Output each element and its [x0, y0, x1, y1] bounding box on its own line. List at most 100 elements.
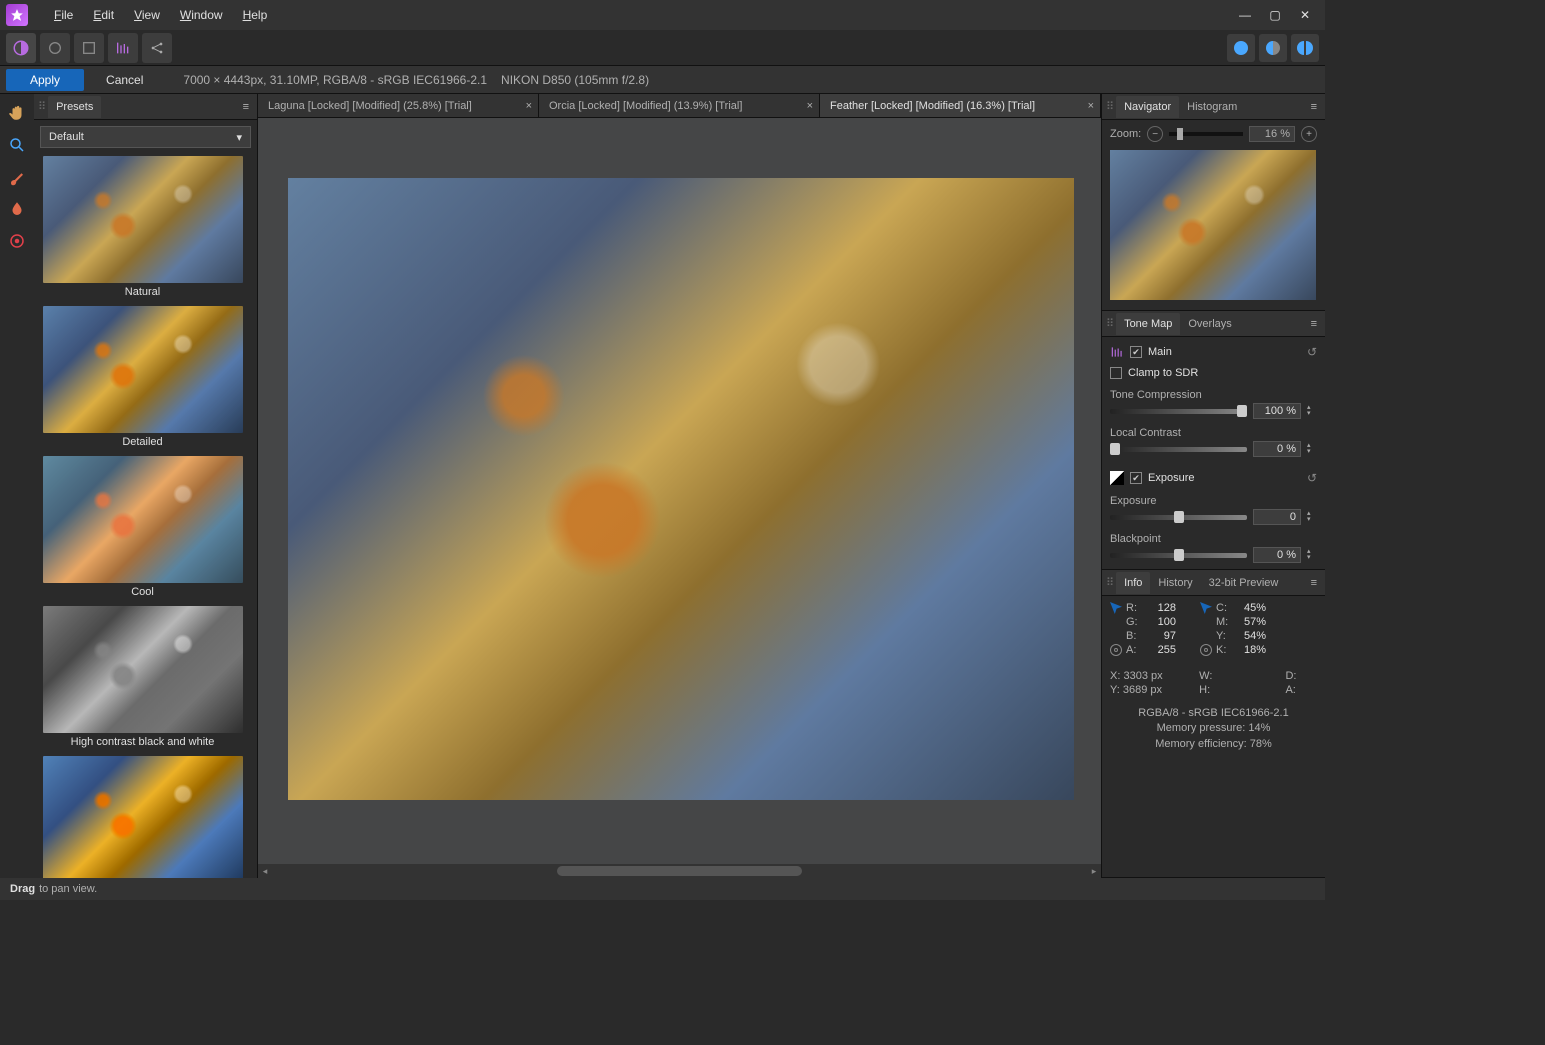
close-icon[interactable]: × [526, 100, 532, 112]
menu-window[interactable]: Window [170, 3, 233, 27]
cancel-button[interactable]: Cancel [94, 69, 155, 91]
main-checkbox[interactable] [1130, 346, 1142, 358]
blackpoint-slider[interactable] [1110, 553, 1247, 558]
panel-grip[interactable]: ⠿ [1106, 100, 1112, 113]
canvas-image [288, 178, 1074, 800]
blackpoint-value[interactable]: 0 % [1253, 547, 1301, 563]
zoom-in-button[interactable]: + [1301, 126, 1317, 142]
hand-tool[interactable] [4, 100, 30, 126]
info-h-label: H: [1199, 684, 1233, 696]
preset-item[interactable]: Cool [38, 456, 247, 604]
menu-edit[interactable]: Edit [83, 3, 124, 27]
spinner-icon[interactable]: ▴▾ [1307, 443, 1317, 455]
clamp-label: Clamp to SDR [1128, 367, 1198, 379]
persona-toolbar [0, 30, 1325, 66]
preset-item[interactable]: Detailed [38, 306, 247, 454]
persona-develop[interactable] [74, 33, 104, 63]
panel-menu-icon[interactable]: ≡ [1307, 101, 1321, 113]
scrollbar-thumb[interactable] [557, 866, 802, 876]
persona-tonemap[interactable] [108, 33, 138, 63]
zoom-slider[interactable] [1169, 132, 1243, 136]
info-x: 3303 px [1123, 670, 1162, 682]
overlay-gradient-tool[interactable] [4, 228, 30, 254]
info-y: 54% [1230, 630, 1266, 642]
document-tab[interactable]: Feather [Locked] [Modified] (16.3%) [Tri… [820, 94, 1101, 117]
navigator-thumbnail[interactable] [1110, 150, 1316, 300]
panel-menu-icon[interactable]: ≡ [1307, 318, 1321, 330]
menu-help[interactable]: Help [233, 3, 278, 27]
minimize-button[interactable]: ― [1237, 8, 1253, 22]
clamp-checkbox[interactable] [1110, 367, 1122, 379]
share-button[interactable] [142, 33, 172, 63]
panel-grip[interactable]: ⠿ [38, 100, 44, 113]
tab-info[interactable]: Info [1116, 572, 1150, 594]
zoom-tool[interactable] [4, 132, 30, 158]
persona-photo[interactable] [6, 33, 36, 63]
horizontal-scrollbar[interactable]: ◂ ▸ [258, 864, 1101, 878]
close-button[interactable]: ✕ [1297, 8, 1313, 22]
app-logo [6, 4, 28, 26]
tab-histogram[interactable]: Histogram [1179, 96, 1245, 118]
preset-item[interactable]: High contrast black and white [38, 606, 247, 754]
panel-menu-icon[interactable]: ≡ [239, 101, 253, 113]
info-w-label: W: [1199, 670, 1233, 682]
tab-navigator[interactable]: Navigator [1116, 96, 1179, 118]
zoom-input[interactable]: 16 % [1249, 126, 1295, 142]
zoom-out-button[interactable]: − [1147, 126, 1163, 142]
overlay-paint-tool[interactable] [4, 164, 30, 190]
exposure-checkbox[interactable] [1130, 472, 1142, 484]
reset-icon[interactable]: ↺ [1307, 471, 1317, 485]
tonemap-panel: ⠿ Tone Map Overlays ≡ Main ↺ Clamp to SD… [1102, 311, 1325, 570]
spinner-icon[interactable]: ▴▾ [1307, 511, 1317, 523]
view-split[interactable] [1259, 34, 1287, 62]
panel-grip[interactable]: ⠿ [1106, 576, 1112, 589]
panel-menu-icon[interactable]: ≡ [1307, 577, 1321, 589]
document-tab[interactable]: Laguna [Locked] [Modified] (25.8%) [Tria… [258, 94, 539, 117]
image-info: 7000 × 4443px, 31.10MP, RGBA/8 - sRGB IE… [165, 73, 487, 87]
info-c: 45% [1230, 602, 1266, 614]
persona-liquify[interactable] [40, 33, 70, 63]
overlay-erase-tool[interactable] [4, 196, 30, 222]
exposure-slider[interactable] [1110, 515, 1247, 520]
apply-button[interactable]: Apply [6, 69, 84, 91]
tab-overlays[interactable]: Overlays [1180, 313, 1239, 335]
tab-32bit[interactable]: 32-bit Preview [1201, 572, 1287, 594]
view-single[interactable] [1227, 34, 1255, 62]
preset-thumb [43, 756, 243, 878]
maximize-button[interactable]: ▢ [1267, 8, 1283, 22]
tab-presets[interactable]: Presets [48, 96, 101, 118]
chevron-down-icon: ▾ [236, 131, 242, 144]
exposure-label: Exposure [1110, 489, 1317, 507]
close-icon[interactable]: × [807, 100, 813, 112]
spinner-icon[interactable]: ▴▾ [1307, 549, 1317, 561]
menu-file[interactable]: File [44, 3, 83, 27]
preset-thumb [43, 306, 243, 433]
presets-list[interactable]: Natural Detailed Cool High contrast blac… [34, 154, 257, 878]
preset-item[interactable]: Dramatic [38, 756, 247, 878]
local-contrast-slider[interactable] [1110, 447, 1247, 452]
info-m: 57% [1230, 616, 1266, 628]
preset-item[interactable]: Natural [38, 156, 247, 304]
tab-history[interactable]: History [1150, 572, 1200, 594]
menu-view[interactable]: View [124, 3, 170, 27]
tab-tonemap[interactable]: Tone Map [1116, 313, 1180, 335]
local-contrast-value[interactable]: 0 % [1253, 441, 1301, 457]
scroll-right-icon[interactable]: ▸ [1087, 866, 1101, 877]
info-b: 97 [1140, 630, 1176, 642]
tone-compression-slider[interactable] [1110, 409, 1247, 414]
presets-category-dropdown[interactable]: Default ▾ [40, 126, 251, 148]
panel-grip[interactable]: ⠿ [1106, 317, 1112, 330]
pointer-icon [1200, 602, 1212, 614]
info-r: 128 [1140, 602, 1176, 614]
preset-thumb [43, 456, 243, 583]
reset-icon[interactable]: ↺ [1307, 345, 1317, 359]
close-icon[interactable]: × [1088, 100, 1094, 112]
spinner-icon[interactable]: ▴▾ [1307, 405, 1317, 417]
canvas[interactable] [258, 118, 1101, 864]
exposure-value[interactable]: 0 [1253, 509, 1301, 525]
tone-compression-value[interactable]: 100 % [1253, 403, 1301, 419]
scroll-left-icon[interactable]: ◂ [258, 866, 272, 877]
zoom-label: Zoom: [1110, 128, 1141, 140]
document-tab[interactable]: Orcia [Locked] [Modified] (13.9%) [Trial… [539, 94, 820, 117]
view-mirror[interactable] [1291, 34, 1319, 62]
